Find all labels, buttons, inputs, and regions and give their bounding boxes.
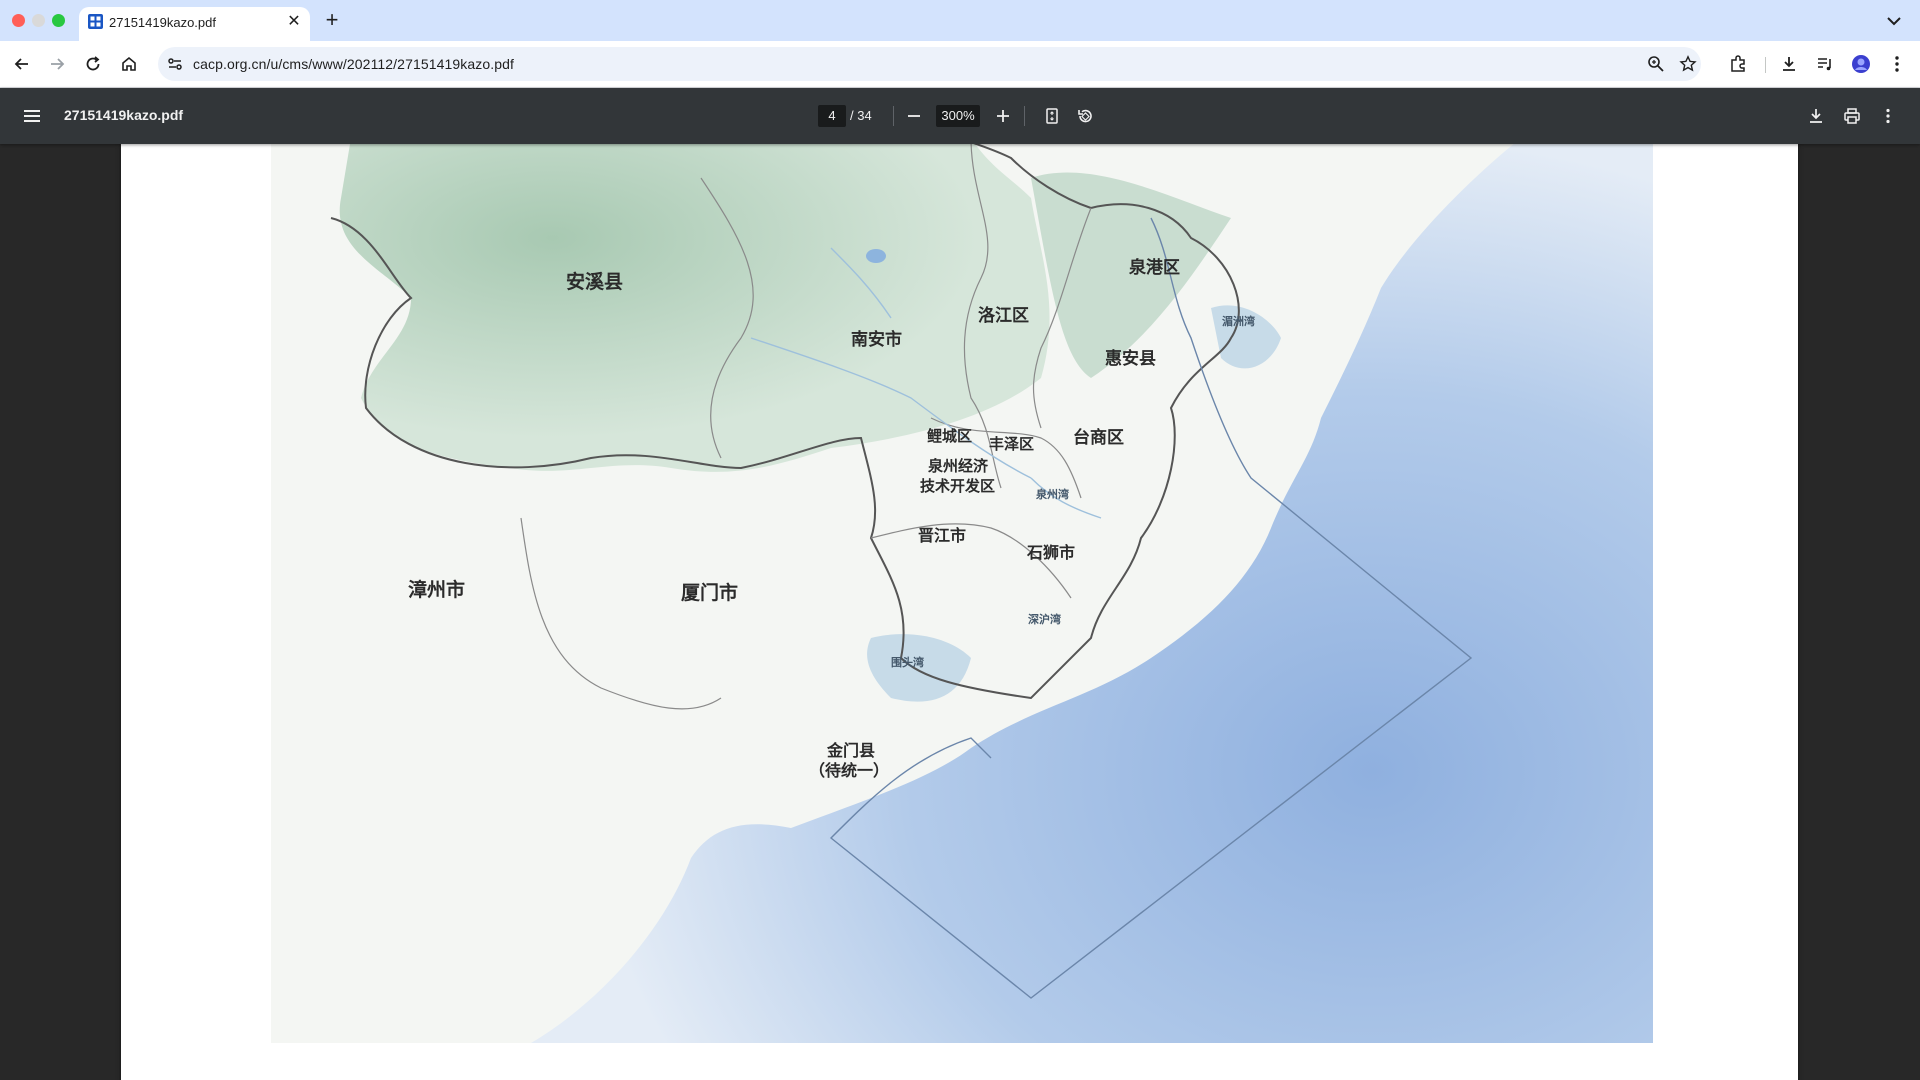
rotate-counterclockwise-icon	[1078, 109, 1092, 123]
label-meizhou-bay: 湄洲湾	[1222, 314, 1255, 328]
pdf-file-name: 27151419kazo.pdf	[64, 107, 184, 123]
browser-menu-button[interactable]	[1887, 54, 1907, 74]
zoom-magnifier-icon[interactable]	[1647, 55, 1665, 73]
label-jinjiang: 晋江市	[918, 526, 966, 545]
window-close-button[interactable]	[12, 14, 25, 27]
profile-button[interactable]	[1851, 54, 1871, 74]
forward-button[interactable]	[44, 51, 70, 77]
reservoir	[866, 249, 886, 263]
zoom-in-button[interactable]	[991, 104, 1015, 128]
active-tab[interactable]: 27151419kazo.pdf ✕	[79, 7, 310, 41]
browser-toolbar: cacp.org.cn/u/cms/www/202112/27151419kaz…	[0, 41, 1920, 88]
quanzhou-district-map: 安溪县 南安市 洛江区 泉港区 湄洲湾 惠安县 鲤城区 丰泽区 台商区 泉州经济…	[271, 144, 1653, 1043]
bookmark-star-icon[interactable]	[1679, 55, 1697, 73]
label-luojiang: 洛江区	[978, 305, 1029, 326]
pdf-toolbar-divider	[893, 106, 894, 126]
label-huian: 惠安县	[1105, 348, 1156, 369]
label-fengze: 丰泽区	[989, 435, 1034, 453]
tab-search-chevron-icon[interactable]	[1882, 9, 1906, 33]
back-arrow-icon	[14, 58, 28, 70]
extensions-button[interactable]	[1728, 54, 1748, 74]
reload-button[interactable]	[80, 51, 106, 77]
page-number-input[interactable]: 4	[818, 105, 846, 127]
home-button[interactable]	[116, 51, 142, 77]
download-icon	[1810, 109, 1822, 123]
fit-page-button[interactable]	[1040, 104, 1064, 128]
address-bar[interactable]: cacp.org.cn/u/cms/www/202112/27151419kaz…	[158, 47, 1701, 81]
url-text[interactable]: cacp.org.cn/u/cms/www/202112/27151419kaz…	[193, 56, 514, 72]
window-maximize-button[interactable]	[52, 14, 65, 27]
label-anxi: 安溪县	[566, 270, 623, 293]
toolbar-divider	[1765, 57, 1766, 73]
plus-icon	[997, 110, 1009, 122]
label-kinmen-line2: （待统一）	[809, 761, 889, 780]
tab-title: 27151419kazo.pdf	[109, 15, 216, 30]
tab-strip: 27151419kazo.pdf ✕ +	[0, 0, 1920, 41]
home-icon	[122, 56, 136, 71]
page-total: / 34	[850, 108, 872, 123]
kebab-menu-icon	[1895, 56, 1899, 72]
pdf-print-button[interactable]	[1840, 104, 1864, 128]
fit-to-page-icon	[1046, 108, 1058, 124]
download-icon	[1783, 57, 1795, 71]
label-etdz-line1: 泉州经济	[927, 457, 989, 475]
forward-arrow-icon	[51, 58, 65, 70]
pdf-toolbar: 27151419kazo.pdf 4 / 34 300%	[0, 88, 1920, 144]
label-licheng: 鲤城区	[926, 427, 972, 445]
label-shenhu-bay: 深沪湾	[1028, 612, 1061, 626]
downloads-button[interactable]	[1779, 54, 1799, 74]
label-etdz-line2: 技术开发区	[920, 477, 995, 495]
printer-icon	[1844, 108, 1860, 124]
map-image: 安溪县 南安市 洛江区 泉港区 湄洲湾 惠安县 鲤城区 丰泽区 台商区 泉州经济…	[271, 144, 1653, 1043]
back-button[interactable]	[9, 51, 35, 77]
sidebar-menu-icon[interactable]	[20, 104, 44, 128]
pdf-favicon-icon	[88, 14, 103, 29]
kebab-menu-icon	[1886, 108, 1890, 124]
media-controls-button[interactable]	[1815, 54, 1835, 74]
label-xiamen: 厦门市	[681, 581, 738, 604]
profile-avatar-icon	[1852, 55, 1870, 73]
pdf-page: 安溪县 南安市 洛江区 泉港区 湄洲湾 惠安县 鲤城区 丰泽区 台商区 泉州经济…	[121, 144, 1798, 1080]
label-weitou-bay: 围头湾	[891, 655, 924, 669]
window-minimize-button[interactable]	[32, 14, 45, 27]
zoom-level-input[interactable]: 300%	[936, 105, 980, 127]
label-quangang: 泉港区	[1128, 257, 1180, 278]
label-taishang: 台商区	[1073, 427, 1124, 448]
site-info-icon[interactable]	[166, 55, 184, 73]
reload-icon	[86, 56, 100, 71]
tab-close-icon[interactable]: ✕	[284, 12, 304, 32]
zoom-out-button[interactable]	[902, 104, 926, 128]
pdf-toolbar-divider	[1024, 106, 1025, 126]
label-nanan: 南安市	[851, 329, 902, 350]
pdf-more-actions-button[interactable]	[1876, 104, 1900, 128]
label-shishi: 石狮市	[1026, 543, 1075, 562]
pdf-document-area[interactable]: 安溪县 南安市 洛江区 泉港区 湄洲湾 惠安县 鲤城区 丰泽区 台商区 泉州经济…	[0, 144, 1920, 1080]
puzzle-icon	[1731, 55, 1745, 72]
label-kinmen-line1: 金门县	[826, 741, 875, 760]
minus-icon	[908, 115, 920, 117]
rotate-button[interactable]	[1073, 104, 1097, 128]
label-quanzhou-bay: 泉州湾	[1035, 487, 1069, 501]
label-zhangzhou: 漳州市	[408, 578, 465, 601]
playlist-music-icon	[1818, 58, 1831, 71]
new-tab-button[interactable]: +	[319, 7, 345, 33]
pdf-download-button[interactable]	[1804, 104, 1828, 128]
